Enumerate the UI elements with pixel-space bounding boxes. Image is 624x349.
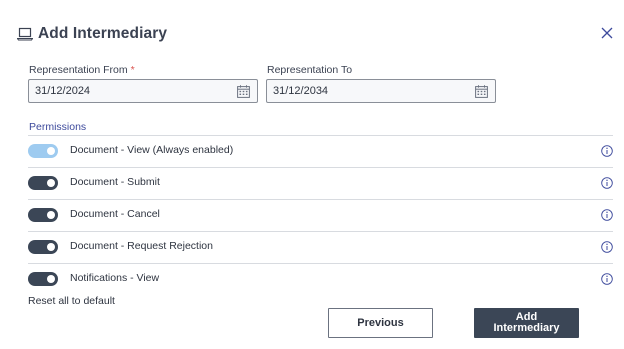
permissions-heading: Permissions [29, 121, 87, 133]
divider [28, 263, 613, 264]
representation-from-label: Representation From * [29, 64, 135, 76]
close-icon[interactable] [599, 25, 615, 41]
permission-row-document-submit: Document - Submit [28, 167, 613, 199]
permission-row-document-cancel: Document - Cancel [28, 199, 613, 231]
reset-all-link[interactable]: Reset all to default [28, 295, 115, 307]
add-intermediary-dialog: Add Intermediary Representation From * 31… [0, 0, 624, 349]
permission-label: Document - Cancel [70, 208, 160, 220]
permission-label: Notifications - View [70, 272, 160, 284]
calendar-icon[interactable] [237, 85, 250, 98]
representation-to-label: Representation To [267, 64, 353, 76]
previous-button-label: Previous [357, 317, 404, 329]
add-intermediary-button-label: Add Intermediary [493, 311, 560, 334]
representation-from-value: 31/12/2024 [35, 85, 91, 97]
dialog-header: Add Intermediary [17, 24, 167, 44]
permission-label: Document - Request Rejection [70, 240, 213, 252]
representation-from-label-text: Representation From [29, 64, 128, 76]
permission-row-document-request-rejection: Document - Request Rejection [28, 231, 613, 263]
info-icon[interactable] [601, 241, 613, 253]
representation-from-input[interactable]: 31/12/2024 [28, 79, 258, 103]
dialog-title: Add Intermediary [38, 25, 168, 42]
toggle-document-view [28, 144, 58, 158]
divider [28, 167, 613, 168]
required-marker: * [130, 64, 135, 76]
info-icon[interactable] [601, 145, 613, 157]
previous-button[interactable]: Previous [328, 308, 433, 338]
permission-row-notifications-view: Notifications - View [28, 263, 613, 295]
info-icon[interactable] [601, 177, 613, 189]
toggle-notifications-view[interactable] [28, 272, 58, 286]
calendar-icon[interactable] [475, 85, 488, 98]
add-intermediary-button[interactable]: Add Intermediary [474, 308, 579, 338]
permission-row-document-view: Document - View (Always enabled) [28, 135, 613, 167]
info-icon[interactable] [601, 273, 613, 285]
divider [28, 231, 613, 232]
toggle-document-request-rejection[interactable] [28, 240, 58, 254]
toggle-document-submit[interactable] [28, 176, 58, 190]
divider [28, 199, 613, 200]
representation-to-value: 31/12/2034 [273, 85, 329, 97]
toggle-document-cancel[interactable] [28, 208, 58, 222]
laptop-icon [17, 27, 33, 41]
representation-to-input[interactable]: 31/12/2034 [266, 79, 496, 103]
permission-label: Document - View (Always enabled) [70, 144, 234, 156]
divider [28, 135, 613, 136]
permission-label: Document - Submit [70, 176, 160, 188]
info-icon[interactable] [601, 209, 613, 221]
